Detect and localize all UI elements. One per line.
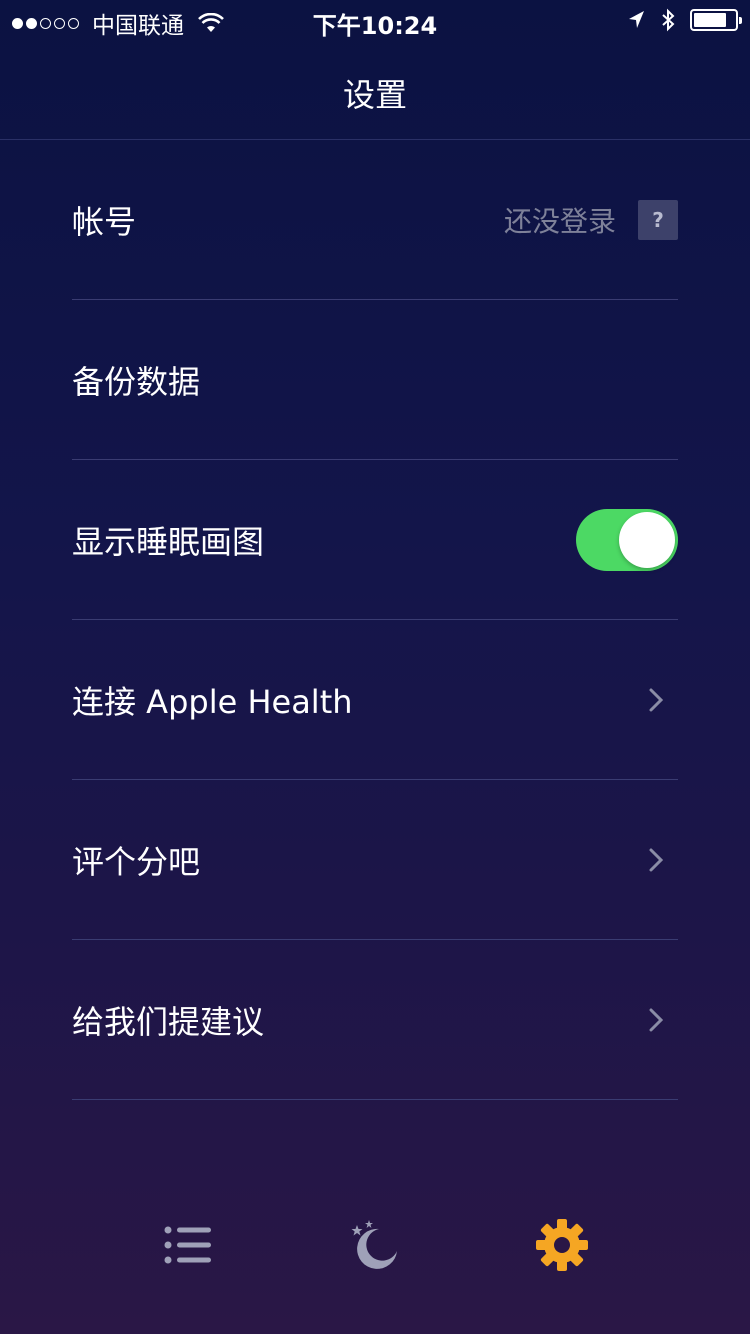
settings-row-rate[interactable]: 评个分吧: [72, 780, 678, 940]
apple-health-label: 连接 Apple Health: [72, 682, 353, 721]
settings-row-feedback[interactable]: 给我们提建议: [72, 940, 678, 1100]
help-button[interactable]: ?: [638, 199, 678, 240]
battery-icon: [690, 9, 742, 31]
settings-list: 帐号 还没登录 ? 备份数据 显示睡眠画图 连接 Apple Health 评个…: [72, 140, 678, 1100]
toggle-knob: [619, 511, 675, 568]
sleep-chart-toggle[interactable]: [576, 508, 678, 571]
chevron-right-icon: [649, 848, 664, 871]
tab-bar: [0, 1195, 750, 1295]
feedback-label: 给我们提建议: [72, 1002, 265, 1041]
settings-row-backup[interactable]: 备份数据: [72, 300, 678, 460]
settings-row-apple-health[interactable]: 连接 Apple Health: [72, 620, 678, 780]
chevron-right-icon: [649, 1008, 664, 1031]
tab-settings[interactable]: [532, 1215, 592, 1275]
sleep-chart-label: 显示睡眠画图: [72, 522, 265, 561]
nav-bar: 设置: [0, 40, 750, 140]
settings-row-sleep-chart: 显示睡眠画图: [72, 460, 678, 620]
login-status-text: 还没登录: [503, 204, 616, 238]
status-bar: 中国联通 下午10:24: [0, 0, 750, 40]
list-icon: [164, 1226, 211, 1264]
rate-label: 评个分吧: [72, 842, 201, 881]
bluetooth-icon: [662, 8, 675, 32]
account-label: 帐号: [72, 202, 137, 241]
page-title: 设置: [342, 76, 407, 114]
status-right: [626, 8, 742, 32]
tab-list[interactable]: [158, 1215, 218, 1275]
help-icon: ?: [652, 207, 664, 232]
tab-sleep[interactable]: [345, 1215, 405, 1275]
settings-row-account[interactable]: 帐号 还没登录 ?: [72, 140, 678, 300]
gear-icon: [536, 1219, 588, 1271]
backup-label: 备份数据: [72, 362, 201, 401]
chevron-right-icon: [649, 688, 664, 711]
location-arrow-icon: [629, 11, 644, 28]
moon-stars-icon: [351, 1220, 397, 1269]
